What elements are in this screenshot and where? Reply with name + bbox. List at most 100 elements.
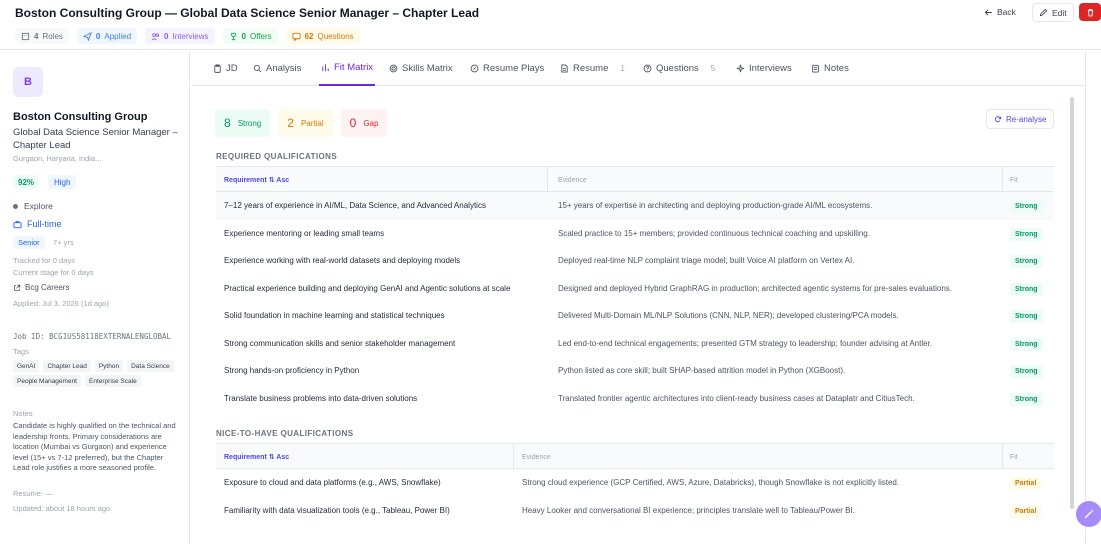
tab-notes[interactable]: Notes: [811, 51, 849, 86]
gap-count: 0: [349, 116, 357, 130]
delete-button[interactable]: [1079, 3, 1101, 21]
edit-button[interactable]: Edit: [1032, 3, 1074, 22]
fit-column-header[interactable]: Fit: [1010, 167, 1018, 193]
requirement-cell: Strong hands-on proficiency in Python: [224, 366, 360, 376]
search-icon: [253, 64, 262, 73]
table-row[interactable]: Translate business problems into data-dr…: [216, 385, 1054, 413]
tag-item[interactable]: Enterprise Scale: [85, 375, 141, 387]
tag-list: GenAI Chapter Lead Python Data Science P…: [13, 360, 183, 387]
evidence-column-header[interactable]: Evidence: [522, 444, 551, 470]
tab-count: 1: [620, 64, 625, 73]
fit-column-header[interactable]: Fit: [1010, 444, 1018, 470]
document-icon: [561, 64, 568, 73]
table-row[interactable]: Solid foundation in machine learning and…: [216, 302, 1054, 330]
assistant-fab-button[interactable]: [1076, 501, 1101, 527]
partial-label: Partial: [300, 118, 324, 128]
target-icon: [389, 64, 398, 73]
tab-label: Interviews: [749, 63, 792, 74]
table-row[interactable]: Experience working with real-world datas…: [216, 247, 1054, 275]
table-row[interactable]: Familiarity with data visualization tool…: [216, 497, 1054, 525]
tab-label: Resume Plays: [483, 63, 545, 74]
seniority-badge: Senior: [13, 236, 45, 249]
tab-questions[interactable]: Questions 5: [643, 51, 715, 86]
requirement-column-header[interactable]: Requirement ⇅ Asc: [224, 444, 289, 470]
back-button[interactable]: Back: [978, 3, 1022, 21]
tab-resume[interactable]: Resume 1: [560, 51, 625, 86]
bar-chart-icon: [322, 64, 329, 72]
evidence-column-header[interactable]: Evidence: [558, 167, 587, 193]
requirement-cell: Experience mentoring or leading small te…: [224, 228, 385, 238]
table-row[interactable]: Strong communication skills and senior s…: [216, 330, 1054, 358]
clipboard-icon: [214, 64, 221, 73]
magic-wand-icon: [1084, 509, 1094, 519]
notes-text: Candidate is highly qualified on the tec…: [13, 421, 176, 472]
table-row[interactable]: Strong hands-on proficiency in Python Py…: [216, 357, 1054, 385]
interviews-label: Interviews: [172, 31, 209, 41]
requirement-cell: Strong communication skills and senior s…: [224, 338, 456, 348]
job-type-label: Full-time: [27, 219, 62, 229]
tab-label: Questions: [656, 63, 699, 74]
source-link[interactable]: Bcg Careers: [13, 283, 69, 292]
evidence-cell: Strong cloud experience (GCP Certified, …: [522, 478, 900, 488]
tab-analysis[interactable]: Analysis: [253, 51, 301, 86]
tag-item[interactable]: Python: [94, 360, 124, 372]
requirement-cell: Experience working with real-world datas…: [224, 256, 461, 266]
table-row[interactable]: 7–12 years of experience in AI/ML, Data …: [216, 192, 1054, 220]
requirement-cell: Familiarity with data visualization tool…: [224, 505, 450, 515]
tab-label: JD: [226, 63, 238, 74]
questions-stat: 62 Questions: [285, 28, 360, 44]
tab-fit-matrix[interactable]: Fit Matrix: [319, 51, 376, 86]
tab-count: 5: [710, 64, 716, 73]
fit-level-badge: High: [48, 175, 77, 189]
tab-skills-matrix[interactable]: Skills Matrix: [389, 51, 453, 86]
send-icon: [82, 31, 92, 41]
strong-count: 8: [224, 116, 231, 130]
requirement-column-header[interactable]: Requirement ⇅ Asc: [224, 167, 289, 193]
external-link-icon: [14, 284, 21, 291]
interviews-stat: 0 Interviews: [145, 28, 215, 44]
applied-label: Applied: [104, 31, 132, 41]
role-title: Global Data Science Senior Manager – Cha…: [13, 127, 178, 151]
gap-summary-badge: 0 Gap: [340, 109, 388, 137]
current-stage-duration: Current stage for 0 days: [13, 268, 94, 277]
roles-stat: 4 Roles: [15, 28, 69, 44]
reanalyse-button[interactable]: Re-analyse: [986, 109, 1055, 129]
table-row[interactable]: Experience mentoring or leading small te…: [216, 220, 1054, 248]
strong-summary-badge: 8 Strong: [215, 109, 271, 137]
tab-label: Fit Matrix: [334, 62, 374, 73]
fit-summary: 8 Strong 2 Partial 0 Gap: [215, 109, 388, 137]
help-circle-icon: [643, 64, 652, 73]
evidence-cell: Python listed as core skill; built SHAP-…: [558, 366, 846, 376]
people-icon: [151, 32, 160, 40]
tag-item[interactable]: People Management: [13, 375, 81, 387]
back-label: Back: [997, 7, 1016, 17]
pencil-icon: [1039, 8, 1048, 17]
content-scrollbar[interactable]: [1070, 97, 1074, 509]
tab-interviews[interactable]: Interviews: [736, 51, 792, 86]
tag-item[interactable]: Data Science: [127, 360, 174, 372]
table-row[interactable]: Practical experience building and deploy…: [216, 275, 1054, 303]
tab-resume-plays[interactable]: Resume Plays: [470, 51, 544, 86]
evidence-cell: Deployed real-time NLP complaint triage …: [558, 256, 855, 266]
table-row[interactable]: Exposure to cloud and data platforms (e.…: [216, 469, 1054, 497]
tag-item[interactable]: Chapter Lead: [43, 360, 91, 372]
briefcase-icon: [13, 220, 22, 228]
tab-jd[interactable]: JD: [213, 51, 238, 86]
tracked-duration: Tracked for 0 days: [13, 256, 75, 265]
job-id: Job ID: BCG1US58118EXTERNALENGLOBAL: [13, 332, 172, 341]
column-divider: [547, 167, 548, 193]
table-header: Requirement ⇅ Asc Evidence Fit: [216, 166, 1054, 193]
notes-icon: [812, 64, 819, 73]
pipeline-stage[interactable]: Explore: [13, 201, 53, 211]
tab-label: Resume: [573, 63, 609, 74]
resume-status: Resume: —: [13, 489, 53, 498]
stats-bar: 4 Roles 0 Applied 0 Interviews 0 Offers …: [15, 28, 360, 44]
fit-badge: Strong: [1010, 337, 1043, 351]
tag-item[interactable]: GenAI: [13, 360, 40, 372]
evidence-cell: Led end-to-end technical engagements; pr…: [558, 338, 933, 348]
detail-tabs: JD Analysis Fit Matrix Skills Matrix Res…: [191, 51, 1085, 86]
partial-summary-badge: 2 Partial: [278, 109, 333, 137]
experience-years: 7+ yrs: [53, 238, 74, 247]
fit-badge: Strong: [1010, 392, 1043, 406]
compass-icon: [470, 64, 479, 73]
